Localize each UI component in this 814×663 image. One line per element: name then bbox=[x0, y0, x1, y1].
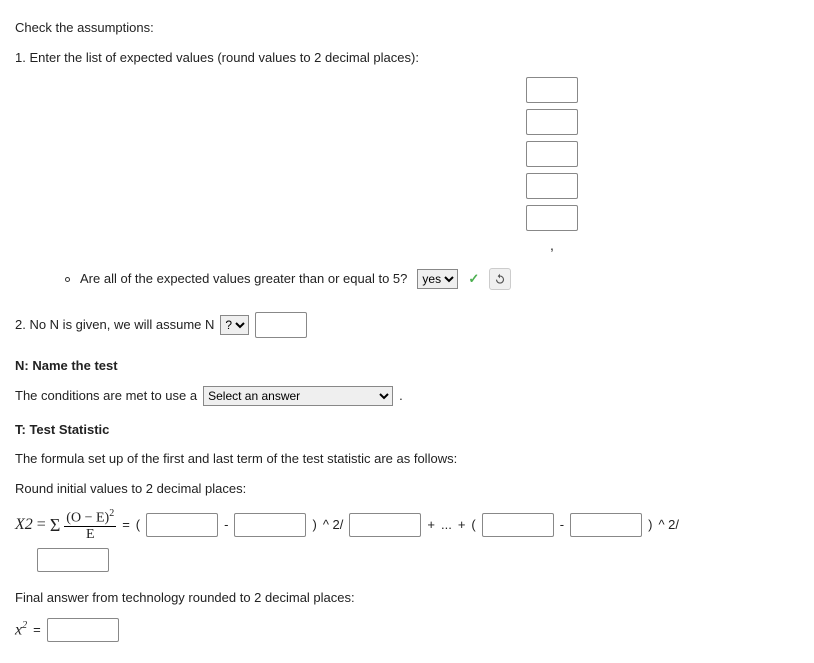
eq3: = bbox=[33, 620, 41, 640]
t-line2: Round initial values to 2 decimal places… bbox=[15, 479, 799, 499]
step2-row: 2. No N is given, we will assume N ? bbox=[15, 312, 799, 338]
termN-o[interactable] bbox=[482, 513, 554, 537]
retry-icon bbox=[493, 272, 507, 286]
n-heading: N: Name the test bbox=[15, 356, 799, 376]
bullet-icon bbox=[65, 277, 70, 282]
fraction: (O − E)2 E bbox=[64, 508, 116, 542]
term1-e[interactable] bbox=[234, 513, 306, 537]
lparen2: ( bbox=[471, 515, 475, 535]
step1-text: 1. Enter the list of expected values (ro… bbox=[15, 48, 799, 68]
lparen1: ( bbox=[136, 515, 140, 535]
step2-text: 2. No N is given, we will assume N bbox=[15, 315, 214, 335]
plus2: + bbox=[458, 515, 466, 535]
expected-values-column: , bbox=[305, 77, 799, 256]
assume-n-input[interactable] bbox=[255, 312, 307, 338]
checkmark-icon: ✓ bbox=[468, 269, 479, 289]
termN-div[interactable] bbox=[37, 548, 109, 572]
frac-num-sup: 2 bbox=[109, 508, 114, 519]
rparen2: ) bbox=[648, 515, 652, 535]
sigma-icon: Σ bbox=[50, 512, 60, 539]
eq2: = bbox=[122, 515, 130, 535]
expected-value-1[interactable] bbox=[526, 77, 578, 103]
expected-value-2[interactable] bbox=[526, 109, 578, 135]
termN-div-wrap bbox=[37, 548, 799, 572]
final-answer-input[interactable] bbox=[47, 618, 119, 642]
rparen1: ) bbox=[312, 515, 316, 535]
chi2-formula: Χ2 = Σ (O − E)2 E bbox=[15, 508, 116, 542]
plus1: + bbox=[427, 515, 435, 535]
bullet-row: Are all of the expected values greater t… bbox=[65, 268, 799, 290]
chi-label: Χ2 bbox=[15, 513, 33, 537]
t-line1: The formula set up of the first and last… bbox=[15, 449, 799, 469]
check-heading: Check the assumptions: bbox=[15, 18, 799, 38]
pow1: ^ 2/ bbox=[323, 515, 344, 535]
minus1: - bbox=[224, 515, 228, 535]
dots: ... bbox=[441, 515, 452, 535]
n-line: The conditions are met to use a Select a… bbox=[15, 386, 799, 406]
frac-den: E bbox=[84, 527, 97, 542]
eq1: = bbox=[37, 513, 46, 537]
test-name-select[interactable]: Select an answer bbox=[203, 386, 393, 406]
term1-o[interactable] bbox=[146, 513, 218, 537]
formula-row: Χ2 = Σ (O − E)2 E = ( - ) ^ 2/ + ... + (… bbox=[15, 508, 799, 542]
pow2: ^ 2/ bbox=[658, 515, 679, 535]
minus2: - bbox=[560, 515, 564, 535]
final-line: Final answer from technology rounded to … bbox=[15, 588, 799, 608]
expected-value-5[interactable] bbox=[526, 205, 578, 231]
x-sup: 2 bbox=[22, 620, 27, 631]
bullet-question: Are all of the expected values greater t… bbox=[80, 269, 407, 289]
expected-value-3[interactable] bbox=[526, 141, 578, 167]
period: . bbox=[399, 386, 403, 406]
n-line-prefix: The conditions are met to use a bbox=[15, 386, 197, 406]
term1-div[interactable] bbox=[349, 513, 421, 537]
expected-value-4[interactable] bbox=[526, 173, 578, 199]
final-answer-row: x2 = bbox=[15, 618, 799, 642]
trailing-comma: , bbox=[550, 235, 554, 256]
termN-e[interactable] bbox=[570, 513, 642, 537]
ge5-select[interactable]: yes bbox=[417, 269, 458, 289]
t-heading: T: Test Statistic bbox=[15, 420, 799, 440]
retry-button[interactable] bbox=[489, 268, 511, 290]
x2-label: x2 bbox=[15, 618, 27, 642]
assume-n-select[interactable]: ? bbox=[220, 315, 249, 335]
frac-num: (O − E) bbox=[66, 511, 109, 526]
